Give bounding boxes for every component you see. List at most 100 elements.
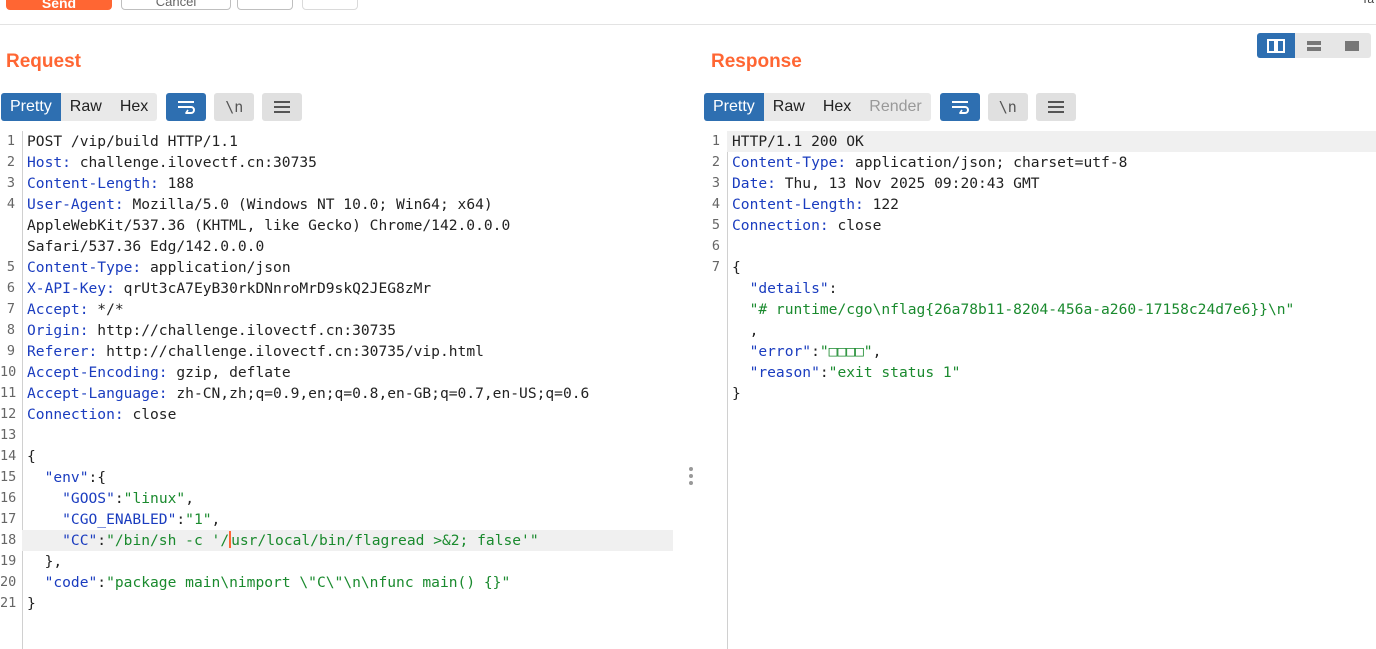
plain-text: } (27, 595, 36, 612)
menu-icon[interactable] (1035, 93, 1076, 121)
history-forward-button[interactable] (302, 0, 358, 10)
plain-text: , (872, 343, 882, 360)
tab-raw[interactable]: Raw (61, 93, 111, 121)
header-name: Content-Length: (732, 196, 864, 213)
history-back-button[interactable] (237, 0, 293, 10)
line-number: 11 (0, 385, 17, 401)
split-vertical-icon[interactable] (1295, 33, 1333, 58)
code-line: "details": (705, 278, 1376, 299)
plain-text: http://challenge.ilovectf.cn:30735/vip.h… (97, 343, 484, 360)
line-text: } (732, 383, 741, 404)
line-text: Date: Thu, 13 Nov 2025 09:20:43 GMT (732, 173, 1040, 194)
header-name: "details" (732, 280, 829, 297)
line-number: 17 (0, 511, 17, 527)
plain-text: Mozilla/5.0 (Windows NT 10.0; Win64; x64… (123, 196, 493, 213)
wrap-icon[interactable] (939, 93, 980, 121)
line-number: 12 (0, 406, 17, 422)
header-name: "CGO_ENABLED" (27, 511, 177, 528)
code-line: 14 { (0, 446, 688, 467)
tab-pretty[interactable]: Pretty (704, 93, 764, 121)
line-text: Content-Length: 188 (27, 173, 194, 194)
line-text: }, (27, 551, 63, 572)
line-text: "code":"package main\nimport \"C\"\n\nfu… (27, 572, 511, 593)
header-name: User-Agent: (27, 196, 124, 213)
line-number: 15 (0, 469, 17, 485)
line-text: Origin: http://challenge.ilovectf.cn:307… (27, 320, 396, 341)
line-number: 6 (6, 280, 15, 296)
line-text: Connection: close (732, 215, 881, 236)
plain-text: zh-CN,zh;q=0.9,en;q=0.8,en-GB;q=0.7,en-U… (167, 385, 590, 402)
newline-icon[interactable]: \n (987, 93, 1028, 121)
code-line: 1 HTTP/1.1 200 OK (712, 131, 1376, 152)
code-line: AppleWebKit/537.36 (KHTML, like Gecko) C… (0, 215, 688, 236)
plain-text: http://challenge.ilovectf.cn:30735 (88, 322, 397, 339)
tab-hex[interactable]: Hex (814, 93, 860, 121)
code-line: 9 Referer: http://challenge.ilovectf.cn:3… (0, 341, 688, 362)
string-value: "# runtime/cgo\nflag{26a78b11-8204-456a-… (749, 301, 1295, 318)
tab-hex[interactable]: Hex (111, 93, 157, 121)
code-line: Safari/537.36 Edg/142.0.0.0 (0, 236, 688, 257)
code-line: 8 Origin: http://challenge.ilovectf.cn:30… (0, 320, 688, 341)
wrap-icon[interactable] (166, 93, 207, 121)
line-number: 2 (6, 154, 15, 170)
tab-raw[interactable]: Raw (764, 93, 814, 121)
header-name: Connection: (732, 217, 829, 234)
line-text: { (732, 257, 741, 278)
cancel-button[interactable]: Cancel (121, 0, 231, 10)
menu-icon[interactable] (262, 93, 303, 121)
newline-icon[interactable]: \n (214, 93, 255, 121)
line-text: Content-Type: application/json; charset=… (732, 152, 1127, 173)
plain-text: POST /vip/build HTTP/1.1 (27, 133, 238, 150)
line-text: Safari/537.36 Edg/142.0.0.0 (27, 236, 264, 257)
header-name: Date: (732, 175, 776, 192)
header-name: Accept-Encoding: (27, 364, 168, 381)
code-line: 11 Accept-Language: zh-CN,zh;q=0.9,en;q=0… (0, 383, 688, 404)
line-text: HTTP/1.1 200 OK (732, 131, 864, 152)
plain-text: : (97, 532, 107, 549)
plain-text: : (114, 490, 124, 507)
plain-text: , (732, 322, 759, 339)
tab-pretty[interactable]: Pretty (1, 93, 61, 121)
header-name: Accept-Language: (27, 385, 168, 402)
pane-resize-handle[interactable] (689, 467, 695, 488)
plain-text: challenge.ilovectf.cn:30735 (70, 154, 317, 171)
single-pane-icon[interactable] (1333, 33, 1371, 58)
request-editor[interactable]: 1 POST /vip/build HTTP/1.1 2 Host: challeng… (0, 131, 688, 649)
response-editor[interactable]: 1 HTTP/1.1 200 OK 2 Content-Type: applicati… (705, 131, 1376, 649)
line-text: "reason":"exit status 1" (732, 362, 961, 383)
tab-render[interactable]: Render (860, 93, 930, 121)
code-line: "error":"□□□□", (705, 341, 1376, 362)
header-name: Referer: (27, 343, 98, 360)
string-value: "/bin/sh -c '/ (106, 532, 230, 549)
plain-text: qrUt3cA7EyB30rkDNnroMrD9skQ2JEG8zMr (114, 280, 432, 297)
line-text: Connection: close (27, 404, 176, 425)
line-number: 3 (6, 175, 15, 191)
string-value: "exit status 1" (828, 364, 961, 381)
line-number: 2 (711, 154, 720, 170)
split-horizontal-icon[interactable] (1257, 33, 1295, 58)
line-number: 9 (6, 343, 15, 359)
code-line: 13 (0, 425, 688, 446)
plain-text: { (732, 259, 741, 276)
line-number: 3 (711, 175, 720, 191)
plain-text: close (123, 406, 177, 423)
plain-text: Safari/537.36 Edg/142.0.0.0 (27, 238, 265, 255)
plain-text: : (828, 280, 838, 297)
plain-text (732, 301, 750, 318)
code-line: 4 User-Agent: Mozilla/5.0 (Windows NT 10.… (0, 194, 688, 215)
header-name: Accept: (27, 301, 89, 318)
line-text: Accept-Language: zh-CN,zh;q=0.9,en;q=0.8… (27, 383, 589, 404)
code-line: 6 (705, 236, 1376, 257)
line-number: 6 (711, 238, 720, 254)
send-button[interactable]: Send (6, 0, 112, 10)
code-line: 6 X-API-Key: qrUt3cA7EyB30rkDNnroMrD9skQ2… (0, 278, 688, 299)
plain-text: Thu, 13 Nov 2025 09:20:43 GMT (775, 175, 1040, 192)
plain-text: :{ (88, 469, 107, 486)
code-line: 7 Accept: */* (0, 299, 688, 320)
header-name: Content-Length: (27, 175, 159, 192)
plain-text: { (27, 448, 36, 465)
line-number: 7 (6, 301, 15, 317)
header-name: "CC" (27, 532, 98, 549)
plain-text: }, (27, 553, 63, 570)
line-text: "CGO_ENABLED":"1", (27, 509, 220, 530)
